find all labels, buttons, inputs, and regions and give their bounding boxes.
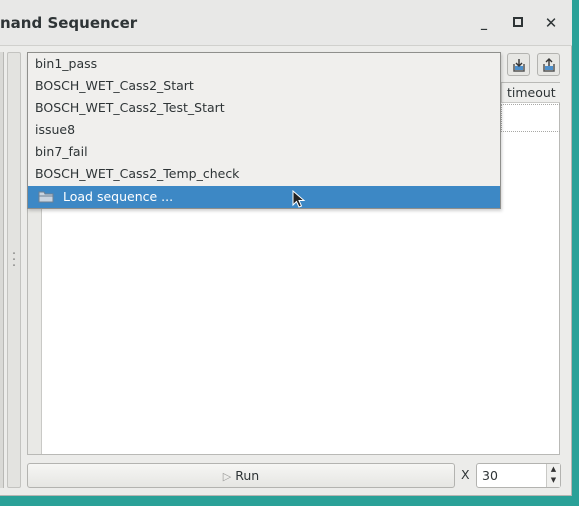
dropdown-item-bin1-pass[interactable]: bin1_pass [28, 53, 500, 75]
repeat-count-value[interactable]: 30 [482, 468, 498, 483]
export-file-icon [513, 59, 525, 72]
repeat-label: X [461, 467, 470, 482]
dropdown-item-bin7-fail[interactable]: bin7_fail [28, 141, 500, 163]
dropdown-item-bosch-wet-cass2-temp-check[interactable]: BOSCH_WET_Cass2_Temp_check [28, 163, 500, 185]
window-title: nand Sequencer [0, 14, 138, 32]
left-panel-edge [0, 52, 4, 488]
title-bar: nand Sequencer _ ✕ [0, 0, 572, 46]
spin-down-icon[interactable]: ▼ [547, 475, 560, 486]
minimize-button[interactable]: _ [473, 12, 495, 34]
repeat-count-spinbox[interactable]: 30 ▲ ▼ [476, 463, 561, 488]
sequencer-window: nand Sequencer _ ✕ ˄ ˄ ˄ timeout bin1_pass… [0, 0, 572, 496]
maximize-button[interactable] [507, 12, 529, 34]
splitter-arrows-icon: ˄ ˄ ˄ [12, 252, 16, 272]
spin-arrows[interactable]: ▲ ▼ [546, 464, 560, 487]
table-cell-timeout[interactable] [501, 104, 560, 132]
maximize-icon [513, 17, 523, 27]
export-button[interactable] [507, 53, 530, 76]
dropdown-item-bosch-wet-cass2-start[interactable]: BOSCH_WET_Cass2_Start [28, 75, 500, 97]
sequence-dropdown-list: bin1_pass BOSCH_WET_Cass2_Start BOSCH_WE… [27, 52, 501, 209]
play-icon: ▷ [222, 470, 232, 483]
panel-splitter-handle[interactable]: ˄ ˄ ˄ [7, 52, 21, 488]
mouse-pointer-icon [292, 190, 306, 208]
dropdown-item-issue8[interactable]: issue8 [28, 119, 500, 141]
column-header-timeout[interactable]: timeout [501, 83, 560, 103]
dropdown-item-bosch-wet-cass2-test-start[interactable]: BOSCH_WET_Cass2_Test_Start [28, 97, 500, 119]
run-label: Run [235, 468, 260, 483]
spin-up-icon[interactable]: ▲ [547, 464, 560, 475]
load-sequence-label: Load sequence ... [63, 189, 174, 204]
import-file-icon [543, 58, 555, 72]
folder-icon [38, 191, 54, 203]
close-button[interactable]: ✕ [540, 12, 562, 34]
load-sequence-item[interactable]: Load sequence ... [28, 186, 500, 208]
import-button[interactable] [537, 53, 560, 76]
run-button[interactable]: ▷ Run [27, 463, 455, 488]
